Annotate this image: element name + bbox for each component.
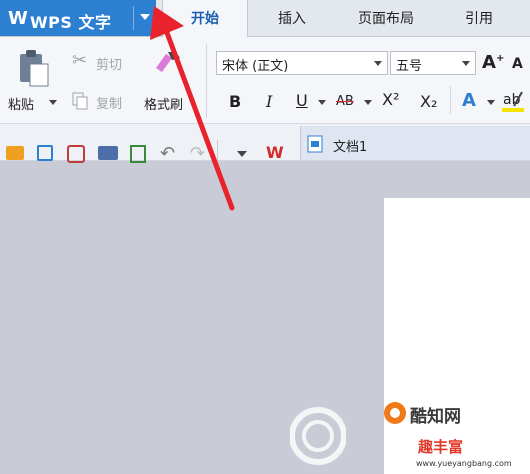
wps-app-menu-button[interactable]: W WPS 文字	[0, 0, 156, 36]
scissors-icon: ✂	[72, 50, 88, 71]
font-size-select[interactable]: 五号	[390, 51, 476, 75]
chevron-down-icon	[374, 61, 382, 66]
font-size-value: 五号	[396, 59, 423, 74]
tab-page-layout[interactable]: 页面布局	[336, 0, 436, 36]
cut-label: 剪切	[96, 58, 123, 73]
underline-dropdown-icon[interactable]	[318, 100, 326, 105]
tab-insert[interactable]: 插入	[256, 0, 328, 36]
paste-label[interactable]: 粘贴	[8, 94, 34, 113]
document-icon	[307, 135, 323, 153]
strikethrough-dropdown-icon[interactable]	[364, 100, 372, 105]
copy-button[interactable]: 复制	[72, 91, 142, 112]
copy-icon	[72, 92, 88, 110]
open-folder-icon[interactable]	[6, 146, 24, 160]
divider	[133, 6, 134, 30]
paste-dropdown-icon[interactable]	[49, 100, 57, 105]
divider	[450, 86, 451, 114]
export-pdf-icon[interactable]	[67, 145, 85, 163]
tab-references[interactable]: 引用	[444, 0, 514, 36]
document-tab-title: 文档1	[333, 140, 368, 155]
site-logo-icon	[384, 402, 406, 424]
wps-cloud-icon[interactable]: W	[266, 143, 284, 162]
subscript-button[interactable]: X₂	[420, 92, 437, 111]
wps-logo-icon: W	[8, 8, 28, 29]
copy-label: 复制	[96, 97, 123, 112]
grow-font-icon[interactable]: A+	[482, 52, 504, 73]
strikethrough-button[interactable]: AB	[336, 94, 354, 109]
paste-button[interactable]	[16, 48, 52, 88]
text-effect-dropdown-icon[interactable]	[487, 100, 495, 105]
text-effect-button[interactable]: A	[462, 90, 476, 111]
highlight-icon[interactable]: ab	[500, 88, 526, 114]
cut-button[interactable]: ✂ 剪切	[70, 50, 140, 73]
print-icon[interactable]	[98, 146, 118, 160]
chevron-down-icon	[462, 61, 470, 66]
save-icon[interactable]	[37, 145, 53, 161]
watermark-site-name: 酷知网	[410, 407, 461, 427]
watermark-url: www.yueyangbang.com	[416, 459, 512, 468]
annotation-arrow	[150, 6, 235, 211]
watermark: 酷知网 趣丰富 www.yueyangbang.com	[290, 398, 530, 474]
underline-button[interactable]: U	[296, 91, 308, 110]
watermark-brand: 趣丰富	[418, 438, 464, 456]
clipboard-icon	[20, 50, 49, 87]
italic-button[interactable]: I	[266, 92, 272, 111]
document-tab[interactable]: 文档1	[300, 126, 530, 160]
superscript-button[interactable]: X²	[382, 90, 399, 109]
app-name: WPS 文字	[30, 13, 112, 32]
shrink-font-icon[interactable]: A	[512, 56, 523, 72]
watermark-logo-icon	[290, 407, 346, 465]
